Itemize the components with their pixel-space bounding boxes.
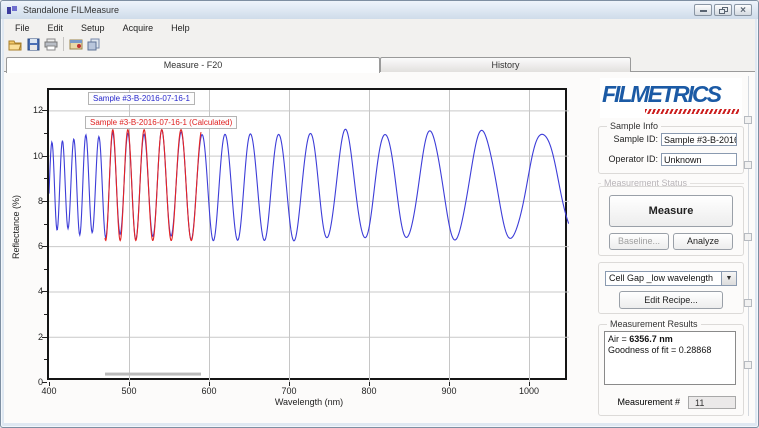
y-minor-tick [44, 269, 47, 270]
results-text-area[interactable]: Air = 6356.7 nm Goodness of fit = 0.2886… [604, 331, 736, 385]
legend-calculated: Sample #3-B-2016-07-16-1 (Calculated) [85, 116, 237, 129]
measurement-results-group: Measurement Results Air = 6356.7 nm Good… [598, 324, 744, 416]
x-tick-label: 1000 [512, 386, 546, 396]
x-tick-mark [49, 382, 50, 386]
menu-item-acquire[interactable]: Acquire [116, 22, 161, 35]
chevron-down-icon[interactable]: ▼ [721, 272, 736, 285]
y-minor-tick [44, 224, 47, 225]
spectrum-chart [49, 90, 569, 382]
y-tick-label: 12 [17, 105, 43, 115]
sample-info-title: Sample Info [607, 121, 661, 131]
legend-measured: Sample #3-B-2016-07-16-1 [88, 92, 195, 105]
app-icon [7, 6, 17, 15]
logo-hatch-stripe [645, 109, 739, 114]
tab-measure-f20[interactable]: Measure - F20 [6, 57, 380, 73]
x-tick-mark [129, 382, 130, 386]
filmetrics-logo: FILMETRICS [600, 78, 742, 118]
measurement-number-label: Measurement # [617, 397, 680, 407]
recipe-selected-value: Cell Gap _low wavelength [606, 272, 721, 285]
print-icon[interactable] [42, 36, 60, 52]
y-tick-label: 2 [17, 332, 43, 342]
x-tick-mark [289, 382, 290, 386]
y-minor-tick [44, 178, 47, 179]
air-thickness-value: 6356.7 nm [629, 334, 673, 344]
control-panel: FILMETRICS Sample Info Sample ID: Sample… [596, 72, 748, 426]
menu-item-setup[interactable]: Setup [74, 22, 112, 35]
measure-page: Reflectance (%) Wavelength (nm) Sample #… [4, 72, 755, 423]
operator-id-input[interactable]: Unknown [661, 153, 737, 166]
splitter-grip[interactable] [744, 361, 752, 369]
x-tick-mark [449, 382, 450, 386]
spectrum-plot: Sample #3-B-2016-07-16-1 Sample #3-B-201… [47, 88, 567, 380]
save-icon[interactable] [24, 36, 42, 52]
measure-button[interactable]: Measure [609, 195, 733, 227]
x-tick-mark [369, 382, 370, 386]
sample-id-label: Sample ID: [603, 134, 661, 144]
x-tick-mark [529, 382, 530, 386]
y-minor-tick [44, 133, 47, 134]
y-tick-label: 6 [17, 241, 43, 251]
restore-button[interactable] [714, 4, 732, 16]
measurement-results-title: Measurement Results [607, 319, 701, 329]
tab-strip: Measure - F20 History [4, 56, 755, 72]
baseline-button[interactable]: Baseline... [609, 233, 669, 250]
tab-history[interactable]: History [380, 57, 631, 72]
x-tick-label: 800 [352, 386, 386, 396]
title-bar: Standalone FILMeasure × [1, 1, 758, 19]
minimize-icon [700, 10, 707, 12]
splitter-grip[interactable] [744, 116, 752, 124]
y-tick-mark [42, 337, 47, 338]
y-tick-mark [42, 246, 47, 247]
window-title: Standalone FILMeasure [23, 5, 119, 15]
splitter-grip[interactable] [744, 299, 752, 307]
operator-id-label: Operator ID: [603, 154, 661, 164]
x-tick-label: 700 [272, 386, 306, 396]
sample-id-input[interactable]: Sample #3-B-2016-07-16-1 [661, 133, 737, 146]
result-air-line: Air = 6356.7 nm [608, 334, 732, 345]
y-tick-mark [42, 110, 47, 111]
menu-bar: File EditSetup AcquireHelp [8, 22, 197, 35]
copy-spectrum-icon[interactable] [85, 36, 103, 52]
x-tick-label: 900 [432, 386, 466, 396]
y-tick-label: 8 [17, 196, 43, 206]
y-tick-mark [42, 156, 47, 157]
minimize-button[interactable] [694, 4, 712, 16]
close-icon: × [735, 5, 751, 16]
fit-wavelength-range-bar[interactable] [105, 373, 201, 376]
toolbar [6, 35, 103, 53]
splitter-grip[interactable] [744, 161, 752, 169]
x-axis-title: Wavelength (nm) [229, 397, 389, 407]
menu-item-file[interactable]: File [8, 22, 37, 35]
y-tick-mark [42, 291, 47, 292]
x-tick-mark [209, 382, 210, 386]
series-calculated [105, 130, 201, 241]
toolbar-separator [63, 37, 64, 51]
menu-item-edit[interactable]: Edit [41, 22, 71, 35]
series-measured [49, 129, 569, 240]
result-goodness-line: Goodness of fit = 0.28868 [608, 345, 732, 356]
open-file-icon[interactable] [6, 36, 24, 52]
y-minor-tick [44, 314, 47, 315]
analyze-button[interactable]: Analyze [673, 233, 733, 250]
y-tick-mark [42, 201, 47, 202]
y-minor-tick [44, 359, 47, 360]
y-tick-mark [42, 382, 47, 383]
menu-item-help[interactable]: Help [164, 22, 197, 35]
y-tick-label: 4 [17, 286, 43, 296]
close-button[interactable]: × [734, 4, 752, 16]
x-tick-label: 500 [112, 386, 146, 396]
x-tick-label: 400 [32, 386, 66, 396]
x-tick-label: 600 [192, 386, 226, 396]
measurement-number-field: 11 [688, 396, 736, 409]
setup-acquire-icon[interactable] [67, 36, 85, 52]
y-tick-label: 10 [17, 151, 43, 161]
recipe-select[interactable]: Cell Gap _low wavelength ▼ [605, 271, 737, 286]
recipe-group: Cell Gap _low wavelength ▼ Edit Recipe..… [598, 262, 744, 314]
sample-info-group: Sample Info Sample ID: Sample #3-B-2016-… [598, 126, 744, 174]
app-window: Standalone FILMeasure × File EditSetup Acq… [0, 0, 759, 428]
edit-recipe-button[interactable]: Edit Recipe... [619, 291, 723, 309]
measure-group: Measure Baseline... Analyze [598, 186, 744, 256]
logo-text: FILMETRICS [602, 81, 720, 108]
splitter-grip[interactable] [744, 233, 752, 241]
